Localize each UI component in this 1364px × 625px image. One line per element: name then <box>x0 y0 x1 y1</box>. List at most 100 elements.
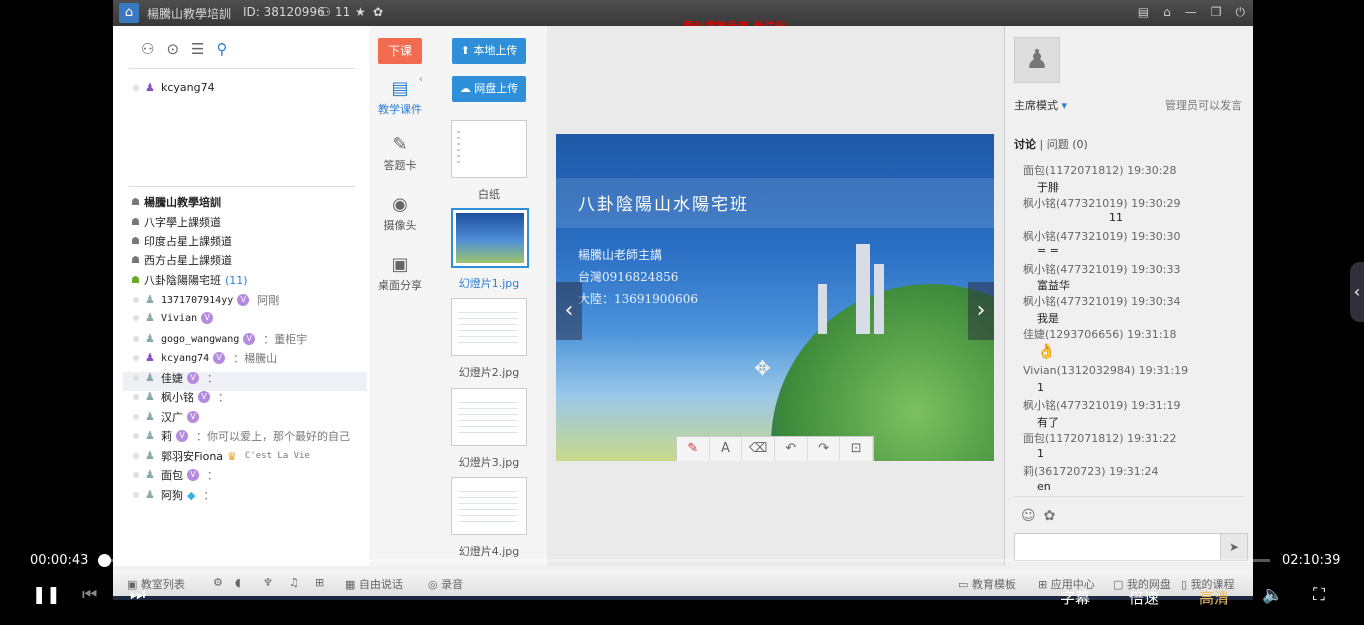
prev-slide-button[interactable]: ‹ <box>556 282 582 340</box>
member-item[interactable]: ♟ 佳婕 V： <box>133 370 218 386</box>
collapse-chevron-icon[interactable]: ‹ <box>419 74 423 85</box>
location-icon[interactable]: ⊙ <box>166 40 179 58</box>
channel-icon: ☗ <box>131 216 140 228</box>
channel-icon: ☗ <box>131 274 140 286</box>
next-icon[interactable]: ⏭ <box>130 585 145 605</box>
user-icon: ⚇ <box>320 5 331 19</box>
user-avatar-icon: ♟ <box>145 429 155 442</box>
subtitles-button[interactable]: 字幕 <box>1060 587 1090 608</box>
chevron-down-icon: ▾ <box>1061 99 1068 112</box>
chat-sender: 面包(1172071812) 19:31:22 <box>1023 432 1177 445</box>
members-icon[interactable]: ⚇ <box>141 40 154 58</box>
member-item[interactable]: ♟ 面包 V： <box>133 467 218 483</box>
desktop-share-icon: ▣ <box>391 254 409 275</box>
question-count: (0) <box>1072 138 1088 151</box>
minimize-icon[interactable]: — <box>1185 5 1197 20</box>
favorite-star-icon[interactable]: ★ <box>355 5 366 19</box>
member-panel: ⚇ ⊙ ☰ ⚲ ♟ kcyang74 ☗ 楊騰山教學培訓 ☗ 八字學上課频道 ☗ 印度… <box>113 26 370 566</box>
upload-local-button[interactable]: ⬆ 本地上传 <box>452 38 526 64</box>
progress-bar[interactable] <box>98 559 1270 562</box>
settings-icon[interactable]: ✿ <box>373 5 383 19</box>
upload-cloud-button[interactable]: ☁ 网盘上传 <box>452 76 526 102</box>
chat-sender: 枫小铭(477321019) 19:31:19 <box>1023 399 1181 412</box>
thumb-label: 幻燈片2.jpg <box>458 366 520 379</box>
eraser-icon[interactable]: ⌫ <box>742 437 776 461</box>
member-item[interactable]: ♟ kcyang74 V ：楊騰山 <box>133 350 277 366</box>
power-icon[interactable]: ⏻ <box>1236 5 1246 20</box>
tool-camera[interactable]: ◉ 摄像头 <box>369 194 431 233</box>
channel-item[interactable]: ☗ 印度占星上課频道 <box>131 233 232 249</box>
home-icon[interactable]: ⌂ <box>119 3 139 23</box>
user-avatar-icon: ♟ <box>145 371 155 384</box>
speed-button[interactable]: 倍速 <box>1129 587 1159 608</box>
vip-badge-icon: V <box>187 469 199 481</box>
member-item[interactable]: ♟ 枫小铭 V： <box>133 389 229 405</box>
text-icon[interactable]: A <box>710 437 743 461</box>
thumb-slide-2[interactable] <box>451 298 527 356</box>
side-panel-toggle[interactable]: ‹ <box>1350 262 1364 322</box>
user-avatar-icon: ♟ <box>145 332 155 345</box>
current-slide[interactable]: 八卦陰陽山水陽宅班 楊騰山老師主講 台灣0916824856 大陸：136919… <box>556 134 994 461</box>
channel-item[interactable]: ☗ 八卦陰陽陽宅班 (11) <box>131 272 248 288</box>
user-avatar-icon: ♟ <box>145 390 155 403</box>
tool-answer-card[interactable]: ✎ 答题卡 <box>369 134 431 173</box>
member-item[interactable]: ♟ gogo_wangwang V ：董柜宇 <box>133 331 307 347</box>
search-icon[interactable]: ⚲ <box>216 40 227 58</box>
thumb-slide-1[interactable] <box>451 208 529 268</box>
pause-icon[interactable]: ❚❚ <box>32 585 61 605</box>
notes-icon[interactable]: ▤ <box>1138 5 1149 20</box>
vip-badge-icon: V <box>213 352 226 364</box>
vip-badge-icon: V <box>198 391 210 403</box>
mode-dropdown[interactable]: 主席模式 ▾ <box>1014 97 1067 113</box>
emoji-icon[interactable]: ☺ <box>1021 508 1036 524</box>
member-item[interactable]: ♟ 1371707914yy V 阿剛 <box>133 292 279 308</box>
user-avatar-icon: ♟ <box>145 410 155 423</box>
channel-icon: ☗ <box>131 196 140 208</box>
admin-note: 管理员可以发言 <box>1165 99 1242 112</box>
tool-desktop-share[interactable]: ▣ 桌面分享 <box>369 254 431 293</box>
undo-icon[interactable]: ↶ <box>775 437 808 461</box>
slide-line: 台灣0916824856 <box>578 270 679 284</box>
channel-item[interactable]: ☗ 八字學上課频道 <box>131 214 221 230</box>
end-class-button[interactable]: 下课 <box>378 38 422 64</box>
current-time: 00:00:43 <box>30 553 89 568</box>
thumb-slide-3[interactable] <box>451 388 527 446</box>
restore-icon[interactable]: ❐ <box>1211 5 1222 20</box>
quality-button[interactable]: 高清 <box>1199 587 1229 608</box>
member-item[interactable]: ♟ 阿狗 ◆： <box>133 487 214 503</box>
chat-sender: 面包(1172071812) 19:30:28 <box>1023 164 1177 177</box>
tab-question[interactable]: 问题 <box>1047 138 1069 151</box>
volume-icon[interactable]: 🔈 <box>1262 585 1283 605</box>
tab-discuss[interactable]: 讨论 <box>1014 138 1036 151</box>
room-id: ID: 38120996 <box>243 5 325 19</box>
member-item[interactable]: ♟ 郭羽安Fiona ♛ C'est La Vie <box>133 448 310 464</box>
slide-title: 八卦陰陽山水陽宅班 <box>578 195 749 215</box>
redo-icon[interactable]: ↷ <box>808 437 841 461</box>
channel-item[interactable]: ☗ 楊騰山教學培訓 <box>131 194 221 210</box>
previous-icon[interactable]: ⏮ <box>82 585 97 605</box>
member-item[interactable]: ♟ 莉 V ：你可以爱上，那个最好的自己 <box>133 428 350 444</box>
thumb-slide-4[interactable] <box>451 477 527 535</box>
diamond-icon: ◆ <box>187 488 196 502</box>
list-item[interactable]: ♟ kcyang74 <box>133 81 215 94</box>
vip-badge-icon: V <box>187 372 199 384</box>
chat-text: 我是 <box>1037 312 1059 325</box>
chat-sender: Vivian(1312032984) 19:31:19 <box>1023 364 1189 377</box>
skin-icon[interactable]: ⌂ <box>1163 5 1171 20</box>
member-item[interactable]: ♟ 汉广 V <box>133 409 207 425</box>
thumb-label: 白纸 <box>478 188 500 201</box>
channel-item[interactable]: ☗ 西方占星上課频道 <box>131 252 232 268</box>
tool-column: 下课 ▤ 教学课件 ✎ 答题卡 ◉ 摄像头 ▣ 桌面分享 ‹ <box>369 26 432 566</box>
fullscreen-icon[interactable]: ⛶ <box>1313 585 1325 605</box>
next-slide-button[interactable]: › <box>968 282 994 340</box>
vip-badge-icon: V <box>243 333 256 345</box>
vip-badge-icon: V <box>237 294 250 306</box>
member-item[interactable]: ♟ Vivian V <box>133 312 221 324</box>
user-avatar-icon: ♟ <box>145 293 155 306</box>
flower-icon[interactable]: ✿ <box>1044 508 1056 524</box>
user-avatar-icon: ♟ <box>145 80 155 94</box>
lock-icon[interactable]: ⊡ <box>840 437 874 461</box>
brush-icon[interactable]: ✎ <box>677 437 710 461</box>
list-icon[interactable]: ☰ <box>191 40 204 58</box>
thumb-blank[interactable] <box>451 120 527 178</box>
